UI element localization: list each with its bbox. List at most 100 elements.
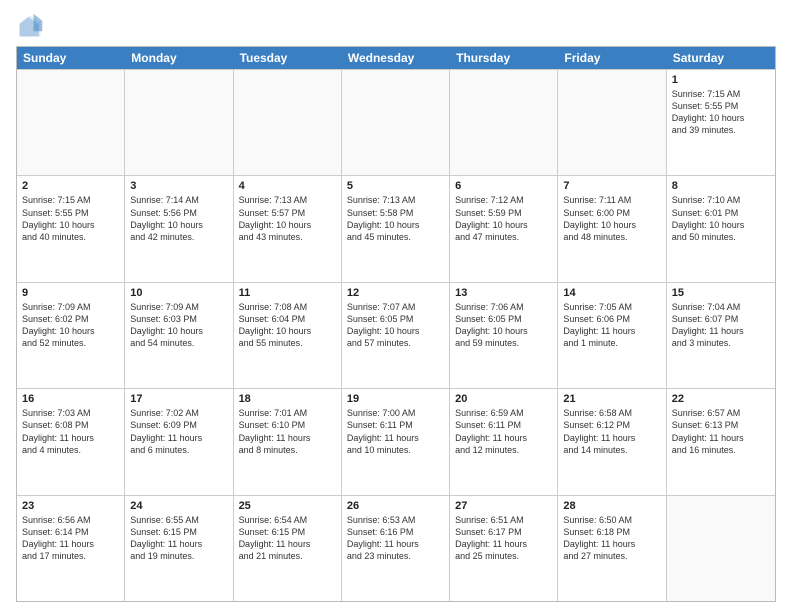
calendar-cell xyxy=(558,70,666,175)
calendar-cell: 11 Sunrise: 7:08 AM Sunset: 6:04 PM Dayli… xyxy=(234,283,342,388)
day-info: Sunrise: 6:54 AM Sunset: 6:15 PM Dayligh… xyxy=(239,514,336,563)
calendar-cell: 7 Sunrise: 7:11 AM Sunset: 6:00 PM Daylig… xyxy=(558,176,666,281)
day-info: Sunrise: 7:14 AM Sunset: 5:56 PM Dayligh… xyxy=(130,194,227,243)
weekday-header-wednesday: Wednesday xyxy=(342,47,450,69)
calendar-cell: 20 Sunrise: 6:59 AM Sunset: 6:11 PM Dayli… xyxy=(450,389,558,494)
day-info: Sunrise: 7:07 AM Sunset: 6:05 PM Dayligh… xyxy=(347,301,444,350)
calendar-row-2: 2 Sunrise: 7:15 AM Sunset: 5:55 PM Daylig… xyxy=(17,175,775,281)
day-info: Sunrise: 7:00 AM Sunset: 6:11 PM Dayligh… xyxy=(347,407,444,456)
day-info: Sunrise: 7:11 AM Sunset: 6:00 PM Dayligh… xyxy=(563,194,660,243)
day-number: 18 xyxy=(239,393,336,405)
day-info: Sunrise: 6:59 AM Sunset: 6:11 PM Dayligh… xyxy=(455,407,552,456)
calendar-row-5: 23 Sunrise: 6:56 AM Sunset: 6:14 PM Dayli… xyxy=(17,495,775,601)
day-number: 17 xyxy=(130,393,227,405)
calendar-cell xyxy=(17,70,125,175)
day-number: 4 xyxy=(239,180,336,192)
day-info: Sunrise: 7:05 AM Sunset: 6:06 PM Dayligh… xyxy=(563,301,660,350)
logo xyxy=(16,12,48,40)
day-info: Sunrise: 7:01 AM Sunset: 6:10 PM Dayligh… xyxy=(239,407,336,456)
calendar-cell: 1 Sunrise: 7:15 AM Sunset: 5:55 PM Daylig… xyxy=(667,70,775,175)
calendar-cell: 26Sunrise: 6:53 AM Sunset: 6:16 PM Dayli… xyxy=(342,496,450,601)
header xyxy=(16,12,776,40)
day-number: 20 xyxy=(455,393,552,405)
calendar-row-4: 16 Sunrise: 7:03 AM Sunset: 6:08 PM Dayli… xyxy=(17,388,775,494)
calendar-body: 1 Sunrise: 7:15 AM Sunset: 5:55 PM Daylig… xyxy=(17,69,775,601)
calendar-cell: 3 Sunrise: 7:14 AM Sunset: 5:56 PM Daylig… xyxy=(125,176,233,281)
calendar-cell: 17 Sunrise: 7:02 AM Sunset: 6:09 PM Dayli… xyxy=(125,389,233,494)
day-info: Sunrise: 6:58 AM Sunset: 6:12 PM Dayligh… xyxy=(563,407,660,456)
day-info: Sunrise: 7:06 AM Sunset: 6:05 PM Dayligh… xyxy=(455,301,552,350)
calendar-cell: 10 Sunrise: 7:09 AM Sunset: 6:03 PM Dayli… xyxy=(125,283,233,388)
day-number: 23 xyxy=(22,500,119,512)
calendar-cell xyxy=(450,70,558,175)
day-info: Sunrise: 6:51 AM Sunset: 6:17 PM Dayligh… xyxy=(455,514,552,563)
day-info: Sunrise: 7:09 AM Sunset: 6:03 PM Dayligh… xyxy=(130,301,227,350)
calendar-cell: 19 Sunrise: 7:00 AM Sunset: 6:11 PM Dayli… xyxy=(342,389,450,494)
day-info: Sunrise: 7:13 AM Sunset: 5:57 PM Dayligh… xyxy=(239,194,336,243)
calendar-cell xyxy=(125,70,233,175)
day-info: Sunrise: 7:15 AM Sunset: 5:55 PM Dayligh… xyxy=(672,88,770,137)
day-number: 6 xyxy=(455,180,552,192)
calendar-cell: 5Sunrise: 7:13 AM Sunset: 5:58 PM Daylig… xyxy=(342,176,450,281)
day-info: Sunrise: 6:56 AM Sunset: 6:14 PM Dayligh… xyxy=(22,514,119,563)
day-number: 16 xyxy=(22,393,119,405)
day-info: Sunrise: 7:04 AM Sunset: 6:07 PM Dayligh… xyxy=(672,301,770,350)
logo-icon xyxy=(16,12,44,40)
day-info: Sunrise: 7:15 AM Sunset: 5:55 PM Dayligh… xyxy=(22,194,119,243)
day-number: 14 xyxy=(563,287,660,299)
calendar-cell xyxy=(667,496,775,601)
day-number: 1 xyxy=(672,74,770,86)
calendar-cell: 27 Sunrise: 6:51 AM Sunset: 6:17 PM Dayli… xyxy=(450,496,558,601)
weekday-header-thursday: Thursday xyxy=(450,47,558,69)
day-number: 24 xyxy=(130,500,227,512)
day-info: Sunrise: 7:03 AM Sunset: 6:08 PM Dayligh… xyxy=(22,407,119,456)
day-info: Sunrise: 7:08 AM Sunset: 6:04 PM Dayligh… xyxy=(239,301,336,350)
day-number: 25 xyxy=(239,500,336,512)
day-info: Sunrise: 6:55 AM Sunset: 6:15 PM Dayligh… xyxy=(130,514,227,563)
calendar-row-3: 9 Sunrise: 7:09 AM Sunset: 6:02 PM Daylig… xyxy=(17,282,775,388)
page: SundayMondayTuesdayWednesdayThursdayFrid… xyxy=(0,0,792,612)
day-info: Sunrise: 6:53 AM Sunset: 6:16 PM Dayligh… xyxy=(347,514,444,563)
calendar-cell: 22Sunrise: 6:57 AM Sunset: 6:13 PM Dayli… xyxy=(667,389,775,494)
weekday-header-friday: Friday xyxy=(558,47,666,69)
day-number: 22 xyxy=(672,393,770,405)
day-number: 2 xyxy=(22,180,119,192)
weekday-header-sunday: Sunday xyxy=(17,47,125,69)
calendar-cell: 25 Sunrise: 6:54 AM Sunset: 6:15 PM Dayli… xyxy=(234,496,342,601)
day-number: 12 xyxy=(347,287,444,299)
day-number: 10 xyxy=(130,287,227,299)
day-info: Sunrise: 7:02 AM Sunset: 6:09 PM Dayligh… xyxy=(130,407,227,456)
calendar-cell: 16 Sunrise: 7:03 AM Sunset: 6:08 PM Dayli… xyxy=(17,389,125,494)
day-info: Sunrise: 6:50 AM Sunset: 6:18 PM Dayligh… xyxy=(563,514,660,563)
calendar-cell: 6Sunrise: 7:12 AM Sunset: 5:59 PM Daylig… xyxy=(450,176,558,281)
day-number: 3 xyxy=(130,180,227,192)
day-number: 13 xyxy=(455,287,552,299)
day-info: Sunrise: 7:10 AM Sunset: 6:01 PM Dayligh… xyxy=(672,194,770,243)
day-number: 11 xyxy=(239,287,336,299)
day-number: 8 xyxy=(672,180,770,192)
day-info: Sunrise: 7:09 AM Sunset: 6:02 PM Dayligh… xyxy=(22,301,119,350)
calendar-cell xyxy=(234,70,342,175)
day-info: Sunrise: 7:13 AM Sunset: 5:58 PM Dayligh… xyxy=(347,194,444,243)
weekday-header-tuesday: Tuesday xyxy=(234,47,342,69)
day-number: 28 xyxy=(563,500,660,512)
calendar-cell: 12 Sunrise: 7:07 AM Sunset: 6:05 PM Dayli… xyxy=(342,283,450,388)
calendar-header: SundayMondayTuesdayWednesdayThursdayFrid… xyxy=(17,47,775,69)
day-number: 27 xyxy=(455,500,552,512)
calendar-cell: 24 Sunrise: 6:55 AM Sunset: 6:15 PM Dayli… xyxy=(125,496,233,601)
day-number: 21 xyxy=(563,393,660,405)
calendar: SundayMondayTuesdayWednesdayThursdayFrid… xyxy=(16,46,776,602)
day-number: 7 xyxy=(563,180,660,192)
weekday-header-saturday: Saturday xyxy=(667,47,775,69)
calendar-cell: 15 Sunrise: 7:04 AM Sunset: 6:07 PM Dayli… xyxy=(667,283,775,388)
calendar-cell: 9 Sunrise: 7:09 AM Sunset: 6:02 PM Daylig… xyxy=(17,283,125,388)
calendar-cell: 21 Sunrise: 6:58 AM Sunset: 6:12 PM Dayli… xyxy=(558,389,666,494)
day-number: 19 xyxy=(347,393,444,405)
calendar-cell: 23 Sunrise: 6:56 AM Sunset: 6:14 PM Dayli… xyxy=(17,496,125,601)
calendar-cell: 13 Sunrise: 7:06 AM Sunset: 6:05 PM Dayli… xyxy=(450,283,558,388)
day-number: 9 xyxy=(22,287,119,299)
calendar-cell: 2 Sunrise: 7:15 AM Sunset: 5:55 PM Daylig… xyxy=(17,176,125,281)
calendar-cell: 4 Sunrise: 7:13 AM Sunset: 5:57 PM Daylig… xyxy=(234,176,342,281)
day-number: 15 xyxy=(672,287,770,299)
calendar-cell: 8 Sunrise: 7:10 AM Sunset: 6:01 PM Daylig… xyxy=(667,176,775,281)
